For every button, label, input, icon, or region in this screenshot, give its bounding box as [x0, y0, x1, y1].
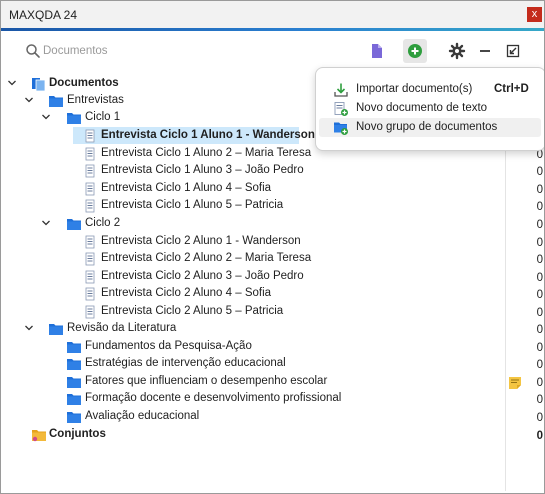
- tree-label: Entrevista Ciclo 2 Aluno 1 - Wanderson: [101, 235, 301, 247]
- count-cell: 0: [536, 412, 543, 424]
- tree-label: Entrevista Ciclo 1 Aluno 1 - Wanderson: [101, 129, 315, 141]
- document-set-button[interactable]: [365, 39, 389, 63]
- minimize-panel-button[interactable]: [473, 39, 497, 63]
- count-cell: 0: [536, 342, 543, 354]
- tree-label: Entrevistas: [67, 94, 124, 106]
- tree-label: Entrevista Ciclo 2 Aluno 2 – Maria Teres…: [101, 252, 312, 264]
- search-icon: [25, 43, 41, 59]
- count-cell: 0: [536, 237, 543, 249]
- tree-label: Ciclo 1: [85, 111, 121, 123]
- tree-label: Entrevista Ciclo 1 Aluno 2 – Maria Teres…: [101, 147, 312, 159]
- gear-icon: [445, 39, 469, 63]
- menu-item-label: Novo grupo de documentos: [356, 121, 498, 133]
- tree-folder[interactable]: Estratégias de intervenção educacional: [1, 355, 505, 372]
- add-icon: [403, 39, 427, 63]
- tree-label: Entrevista Ciclo 1 Aluno 5 – Patricia: [101, 199, 284, 211]
- tree-node-revisao[interactable]: Revisão da Literatura: [1, 320, 505, 337]
- new-document-group-icon: [333, 120, 349, 139]
- tree-node-conjuntos[interactable]: Conjuntos: [1, 426, 505, 443]
- chevron-down-icon[interactable]: [24, 95, 34, 108]
- count-cell: 0: [536, 201, 543, 213]
- window-title: MAXQDA 24: [9, 8, 78, 22]
- tree-label: Conjuntos: [49, 428, 106, 440]
- tree-label: Entrevista Ciclo 2 Aluno 5 – Patricia: [101, 305, 284, 317]
- count-cell: 0: [536, 254, 543, 266]
- tree-document[interactable]: Entrevista Ciclo 1 Aluno 3 – João Pedro: [1, 162, 505, 179]
- menu-item-new-text-document[interactable]: Novo documento de texto: [319, 99, 541, 118]
- chevron-down-icon[interactable]: [41, 112, 51, 125]
- tree-document[interactable]: Entrevista Ciclo 2 Aluno 5 – Patricia: [1, 303, 505, 320]
- count-cell: 0: [536, 324, 543, 336]
- chevron-down-icon[interactable]: [24, 323, 34, 336]
- menu-item-import-documents[interactable]: Importar documento(s) Ctrl+D: [319, 80, 541, 99]
- tree-label: Fatores que influenciam o desempenho esc…: [85, 375, 328, 387]
- tree-label: Entrevista Ciclo 1 Aluno 4 – Sofia: [101, 182, 272, 194]
- count-cell: 0: [536, 184, 543, 196]
- count-cell: 0: [536, 166, 543, 178]
- close-button[interactable]: x: [527, 7, 542, 22]
- tree-label: Entrevista Ciclo 1 Aluno 3 – João Pedro: [101, 164, 304, 176]
- count-cell-conjuntos: 0: [536, 430, 543, 442]
- count-cell: 0: [536, 289, 543, 301]
- count-cell: 0: [536, 307, 543, 319]
- menu-item-shortcut: Ctrl+D: [494, 83, 529, 95]
- tree-document[interactable]: Entrevista Ciclo 2 Aluno 2 – Maria Teres…: [1, 250, 505, 267]
- tree-node-ciclo-2[interactable]: Ciclo 2: [1, 215, 505, 232]
- count-cell: 0: [536, 272, 543, 284]
- menu-item-label: Novo documento de texto: [356, 102, 488, 114]
- add-document-button[interactable]: [403, 39, 427, 63]
- search-input[interactable]: [43, 42, 283, 60]
- tree-folder[interactable]: Formação docente e desenvolvimento profi…: [1, 390, 505, 407]
- menu-item-new-document-group[interactable]: Novo grupo de documentos: [319, 118, 541, 137]
- tree-document[interactable]: Entrevista Ciclo 2 Aluno 3 – João Pedro: [1, 268, 505, 285]
- memo-icon[interactable]: [508, 376, 522, 393]
- menu-item-label: Importar documento(s): [356, 83, 473, 95]
- document-sets-icon: [31, 427, 47, 446]
- chevron-down-icon[interactable]: [7, 78, 17, 91]
- undock-panel-button[interactable]: [501, 39, 525, 63]
- tree-label: Formação docente e desenvolvimento profi…: [85, 392, 342, 404]
- count-cell: 0: [536, 377, 543, 389]
- add-dropdown-menu: Importar documento(s) Ctrl+D Novo docume…: [315, 67, 544, 151]
- maxqda-window: MAXQDA 24 x Documentos Documentos Entrev…: [0, 0, 545, 494]
- tree-label: Entrevista Ciclo 2 Aluno 4 – Sofia: [101, 287, 272, 299]
- tree-document[interactable]: Entrevista Ciclo 1 Aluno 5 – Patricia: [1, 197, 505, 214]
- tree-label: Estratégias de intervenção educacional: [85, 357, 286, 369]
- count-cell: 0: [536, 359, 543, 371]
- undock-icon: [501, 39, 525, 63]
- tree-label: Avaliação educacional: [85, 410, 200, 422]
- tree-label: Fundamentos da Pesquisa-Ação: [85, 340, 252, 352]
- tree-document[interactable]: Entrevista Ciclo 1 Aluno 4 – Sofia: [1, 180, 505, 197]
- tree-folder[interactable]: Fundamentos da Pesquisa-Ação: [1, 338, 505, 355]
- tree-folder[interactable]: Avaliação educacional: [1, 408, 505, 425]
- tree-label: Documentos: [49, 77, 119, 89]
- toolbar: [1, 31, 544, 71]
- tree-label: Entrevista Ciclo 2 Aluno 3 – João Pedro: [101, 270, 304, 282]
- count-cell: 0: [536, 219, 543, 231]
- tree-document[interactable]: Entrevista Ciclo 2 Aluno 4 – Sofia: [1, 285, 505, 302]
- tree-document[interactable]: Entrevista Ciclo 2 Aluno 1 - Wanderson: [1, 233, 505, 250]
- tree-label: Revisão da Literatura: [67, 322, 177, 334]
- minimize-icon: [473, 39, 497, 63]
- settings-button[interactable]: [445, 39, 469, 63]
- document-set-icon: [365, 39, 389, 63]
- title-bar: MAXQDA 24 x: [1, 1, 544, 28]
- count-cell: 0: [536, 394, 543, 406]
- chevron-down-icon[interactable]: [41, 218, 51, 231]
- tree-folder[interactable]: Fatores que influenciam o desempenho esc…: [1, 373, 505, 390]
- tree-label: Ciclo 2: [85, 217, 121, 229]
